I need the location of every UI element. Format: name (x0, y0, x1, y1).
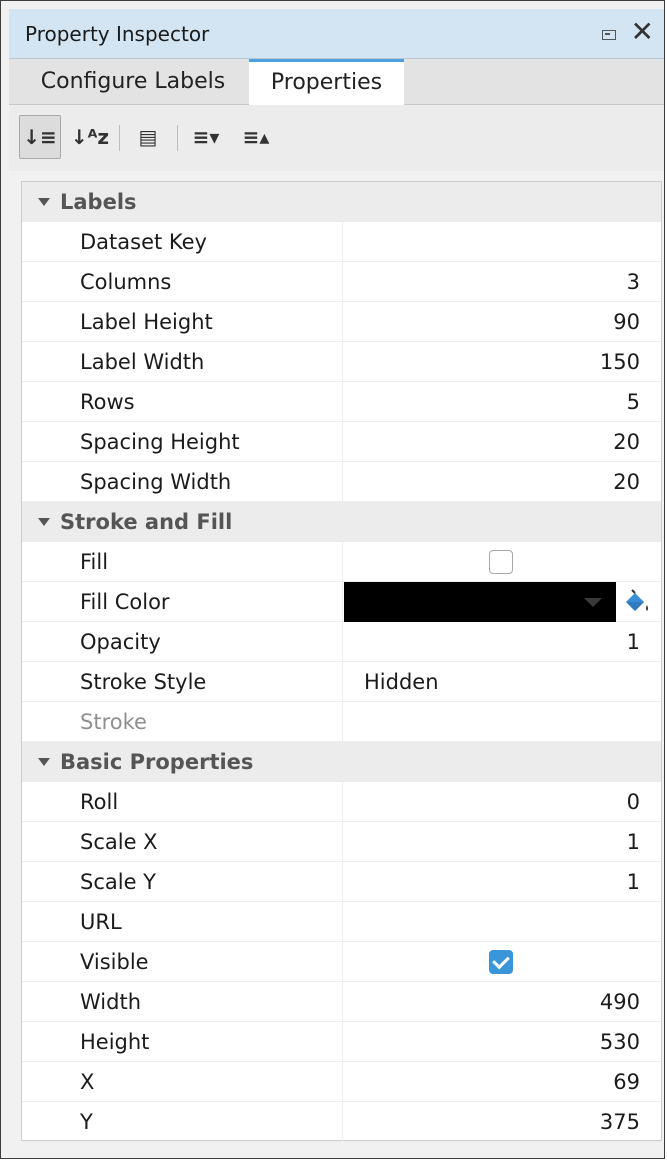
property-row-y[interactable]: Y 375 (22, 1102, 661, 1142)
property-value[interactable]: 490 (344, 982, 640, 1022)
property-row-width[interactable]: Width 490 (22, 982, 661, 1022)
property-row-roll[interactable]: Roll 0 (22, 782, 661, 822)
property-name: Fill Color (80, 590, 170, 614)
property-name: Stroke Style (80, 670, 207, 694)
property-name: Fill (80, 550, 109, 574)
property-value[interactable]: 1 (344, 822, 640, 862)
property-row-dataset-key[interactable]: Dataset Key (22, 222, 661, 262)
property-row-stroke: Stroke (22, 702, 661, 742)
property-value (344, 942, 640, 982)
property-value[interactable]: 69 (344, 1062, 640, 1102)
property-row-opacity[interactable]: Opacity 1 (22, 622, 661, 662)
group-labels-header[interactable]: Labels (22, 182, 661, 222)
property-value[interactable]: 1 (344, 622, 640, 662)
property-name: Visible (80, 950, 149, 974)
property-row-stroke-style[interactable]: Stroke Style Hidden (22, 662, 661, 702)
expand-all-icon[interactable]: ≡▾ (185, 115, 227, 159)
property-value[interactable] (344, 222, 640, 262)
group-basic-properties-header[interactable]: Basic Properties (22, 742, 661, 782)
property-value[interactable]: 375 (344, 1102, 640, 1142)
property-name: Columns (80, 270, 172, 294)
property-row-url[interactable]: URL (22, 902, 661, 942)
restore-window-icon[interactable] (602, 30, 616, 40)
tab-configure-labels[interactable]: Configure Labels (17, 59, 249, 105)
property-name: Rows (80, 390, 135, 414)
collapse-triangle-icon[interactable] (38, 198, 50, 206)
property-toolbar: ↓≡ ↓ᴬz ▤ ≡▾ ≡▴ (9, 105, 664, 171)
property-value (344, 702, 640, 742)
property-value (344, 542, 640, 582)
panel-title: Property Inspector (25, 22, 210, 46)
property-row-fill-color[interactable]: Fill Color (22, 582, 661, 622)
property-name: Scale Y (80, 870, 157, 894)
tab-properties[interactable]: Properties (249, 59, 404, 105)
fill-color-dropdown[interactable] (344, 582, 616, 622)
property-value[interactable]: 150 (344, 342, 640, 382)
property-name: Scale X (80, 830, 158, 854)
property-value[interactable]: 90 (344, 302, 640, 342)
property-name: Y (80, 1110, 93, 1134)
property-value[interactable]: 3 (344, 262, 640, 302)
property-value (344, 582, 648, 622)
toolbar-divider (119, 125, 120, 151)
property-value[interactable] (344, 902, 640, 942)
property-row-rows[interactable]: Rows 5 (22, 382, 661, 422)
property-value[interactable]: 5 (344, 382, 640, 422)
group-title: Labels (60, 190, 137, 214)
property-name: Dataset Key (80, 230, 207, 254)
property-row-label-height[interactable]: Label Height 90 (22, 302, 661, 342)
property-row-label-width[interactable]: Label Width 150 (22, 342, 661, 382)
property-name: Width (80, 990, 142, 1014)
collapse-triangle-icon[interactable] (38, 518, 50, 526)
property-name: Spacing Height (80, 430, 240, 454)
property-value[interactable]: Hidden (344, 662, 640, 702)
property-row-scale-y[interactable]: Scale Y 1 (22, 862, 661, 902)
property-name: Opacity (80, 630, 161, 654)
property-row-columns[interactable]: Columns 3 (22, 262, 661, 302)
property-grid: Labels Dataset Key Columns 3 Label Heigh… (21, 181, 662, 1142)
property-name: Height (80, 1030, 150, 1054)
property-row-visible[interactable]: Visible (22, 942, 661, 982)
property-name: Label Height (80, 310, 213, 334)
toolbar-divider (177, 125, 178, 151)
property-name: Spacing Width (80, 470, 232, 494)
close-icon[interactable]: ✕ (631, 18, 654, 46)
paint-bucket-icon[interactable] (622, 588, 652, 616)
property-row-fill[interactable]: Fill (22, 542, 661, 582)
visible-checkbox[interactable] (489, 950, 513, 974)
group-stroke-fill-header[interactable]: Stroke and Fill (22, 502, 661, 542)
property-value[interactable]: 0 (344, 782, 640, 822)
property-inspector-panel: Property Inspector ✕ Configure Labels Pr… (0, 0, 665, 1159)
property-name: X (80, 1070, 95, 1094)
property-value[interactable]: 1 (344, 862, 640, 902)
sort-alphabetical-icon[interactable]: ↓ᴬz (69, 115, 111, 159)
sort-categorized-icon[interactable]: ↓≡ (19, 115, 61, 159)
group-title: Basic Properties (60, 750, 254, 774)
property-name: Roll (80, 790, 119, 814)
show-descriptions-icon[interactable]: ▤ (127, 115, 169, 159)
property-row-spacing-height[interactable]: Spacing Height 20 (22, 422, 661, 462)
collapse-triangle-icon[interactable] (38, 758, 50, 766)
property-row-height[interactable]: Height 530 (22, 1022, 661, 1062)
property-row-spacing-width[interactable]: Spacing Width 20 (22, 462, 661, 502)
fill-checkbox[interactable] (489, 550, 513, 574)
group-title: Stroke and Fill (60, 510, 233, 534)
property-row-scale-x[interactable]: Scale X 1 (22, 822, 661, 862)
property-value[interactable]: 20 (344, 422, 640, 462)
property-name: Label Width (80, 350, 205, 374)
panel-title-bar: Property Inspector ✕ (9, 9, 664, 59)
tab-bar: Configure Labels Properties (9, 59, 664, 105)
property-value[interactable]: 530 (344, 1022, 640, 1062)
property-name: Stroke (80, 710, 147, 734)
property-value[interactable]: 20 (344, 462, 640, 502)
collapse-all-icon[interactable]: ≡▴ (235, 115, 277, 159)
property-row-x[interactable]: X 69 (22, 1062, 661, 1102)
property-name: URL (80, 910, 122, 934)
